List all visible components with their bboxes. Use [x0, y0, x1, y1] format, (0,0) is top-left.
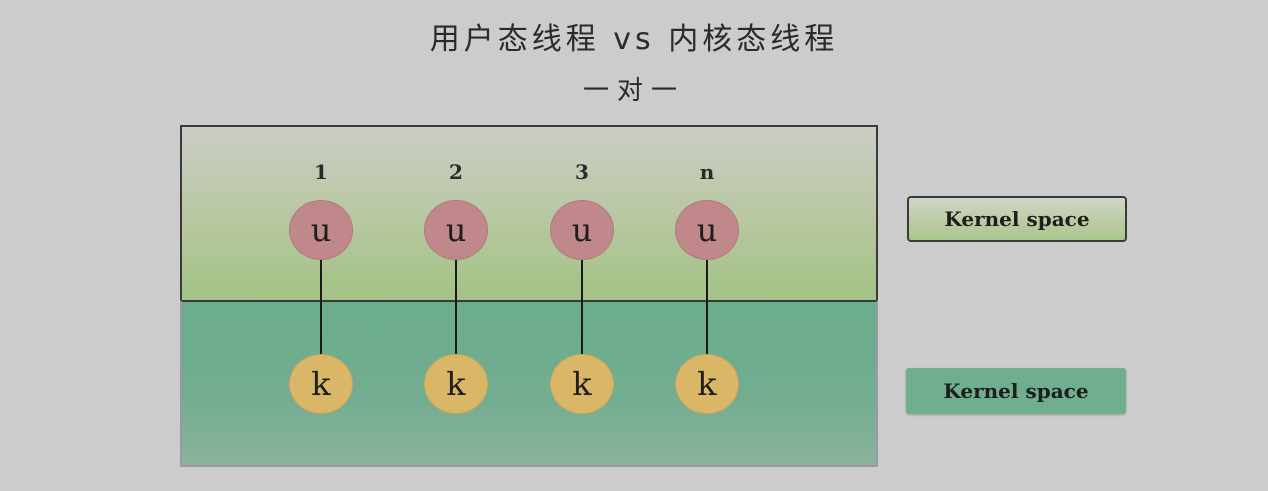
user-thread-node-2: u: [424, 200, 488, 260]
user-thread-node-n: u: [675, 200, 739, 260]
user-thread-node-1: u: [289, 200, 353, 260]
legend-user-space: Kernel space: [907, 196, 1127, 242]
thread-label-3: 3: [575, 160, 589, 184]
legend-kernel-space: Kernel space: [906, 368, 1126, 414]
thread-label-2: 2: [449, 160, 463, 184]
user-thread-node-3: u: [550, 200, 614, 260]
user-space-region: [180, 125, 878, 302]
kernel-thread-node-2: k: [424, 354, 488, 414]
diagram-subtitle: 一对一: [582, 76, 685, 106]
kernel-space-region: [180, 300, 878, 467]
thread-label-n: n: [699, 160, 715, 184]
kernel-thread-node-1: k: [289, 354, 353, 414]
kernel-thread-node-n: k: [675, 354, 739, 414]
thread-label-1: 1: [314, 160, 328, 184]
kernel-thread-node-3: k: [550, 354, 614, 414]
diagram-title: 用户态线程 vs 内核态线程: [429, 22, 839, 57]
